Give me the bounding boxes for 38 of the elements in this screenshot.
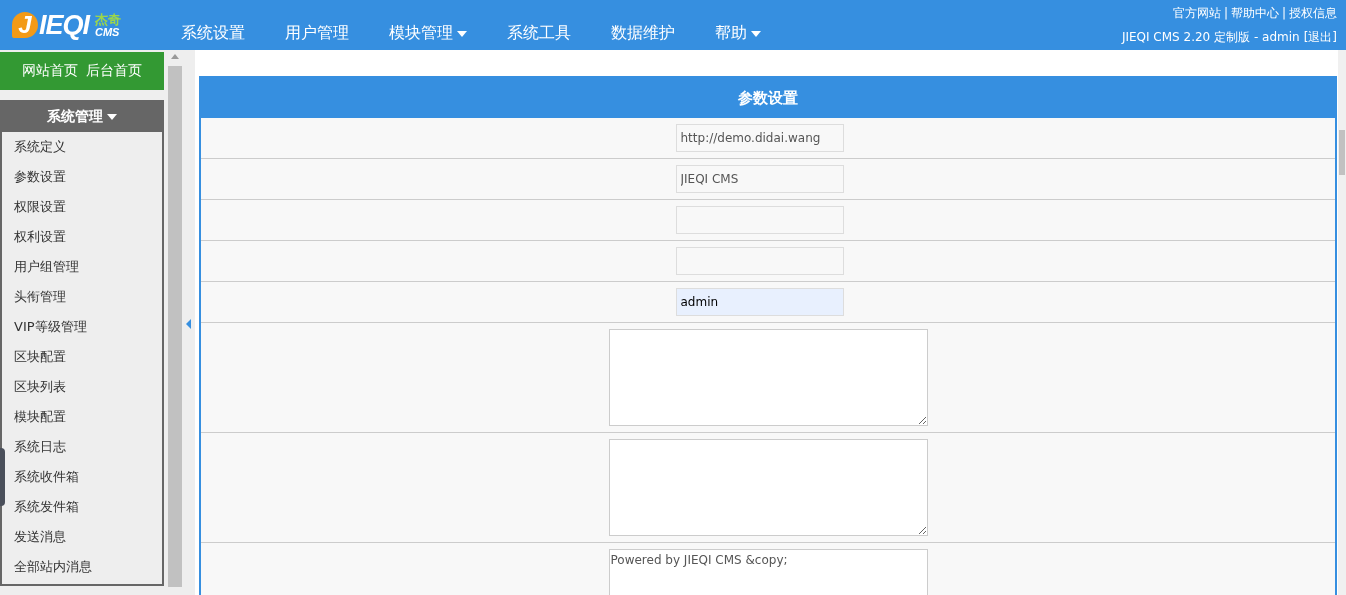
home-link[interactable]: 后台首页 [86, 62, 142, 80]
logo-text: 杰奇 [95, 12, 121, 26]
link-separator: | [1281, 6, 1286, 20]
sidebar-item[interactable]: VIP等级管理 [2, 312, 162, 342]
input-field[interactable] [675, 247, 844, 275]
sidebar-item[interactable]: 权利设置 [2, 222, 162, 252]
sidebar-item[interactable]: 权限设置 [2, 192, 162, 222]
input-field[interactable]: http://demo.didai.wang [675, 124, 844, 152]
scrollbar[interactable] [1338, 50, 1346, 595]
sidebar-item[interactable]: 发送消息 [2, 522, 162, 552]
sidebar-item[interactable]: 区块配置 [2, 342, 162, 372]
logo-mark: J [12, 12, 38, 38]
text-area[interactable] [608, 329, 928, 426]
input-field[interactable]: JIEQI CMS [675, 165, 844, 193]
sidebar-item[interactable]: 系统发件箱 [2, 492, 162, 522]
home-link[interactable]: 网站首页 [22, 62, 78, 80]
sidebar-item[interactable]: 用户组管理 [2, 252, 162, 282]
text-area[interactable]: Powered by JIEQI CMS &copy; [608, 549, 928, 595]
sidebar-item[interactable]: 参数设置 [2, 162, 162, 192]
sidebar-section-header[interactable]: 系统管理 [0, 100, 164, 132]
input-field[interactable]: admin [675, 288, 844, 316]
sidebar-item[interactable]: 模块配置 [2, 402, 162, 432]
sidebar-item[interactable]: 系统日志 [2, 432, 162, 462]
sidebar-item[interactable]: 区块列表 [2, 372, 162, 402]
logo-text: CMS [95, 25, 120, 38]
sidebar-item[interactable]: 头衔管理 [2, 282, 162, 312]
logo-text: IEQI [39, 9, 89, 41]
user-info: JIEQI CMS 2.20 定制版 - admin [1121, 30, 1300, 44]
sidebar-item[interactable]: 全部站内消息 [2, 552, 162, 582]
input-field[interactable] [675, 206, 844, 234]
sidebar-item[interactable]: 系统定义 [2, 132, 162, 162]
side-tab[interactable] [0, 448, 5, 506]
link-separator: | [1223, 6, 1228, 20]
sidebar-item[interactable]: 系统收件箱 [2, 462, 162, 492]
panel-title: 参数设置 [201, 78, 1335, 118]
text-area[interactable] [608, 439, 928, 536]
collapse-icon[interactable] [186, 318, 191, 329]
scroll-up-icon[interactable] [171, 54, 179, 59]
